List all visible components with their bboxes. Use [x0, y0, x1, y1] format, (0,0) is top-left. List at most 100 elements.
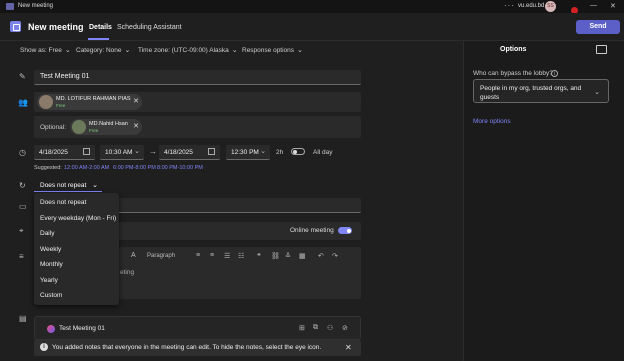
suggested-time-2[interactable]: 6:00 PM-8:00 PM: [113, 165, 156, 171]
more-icon[interactable]: ···: [504, 1, 515, 10]
send-button[interactable]: Send: [576, 20, 620, 34]
layout-icon[interactable]: ⊞: [299, 324, 305, 332]
repeat-option[interactable]: Custom: [40, 292, 62, 299]
font-size-icon[interactable]: A: [131, 252, 136, 259]
align-center-icon[interactable]: ≡: [210, 252, 214, 259]
notes-info-banner: i You added notes that everyone in the m…: [34, 340, 361, 356]
notes-title: Test Meeting 01: [59, 325, 105, 332]
undo-icon[interactable]: ↶: [318, 252, 324, 260]
repeat-option[interactable]: Yearly: [40, 277, 58, 284]
redo-icon[interactable]: ↷: [332, 252, 338, 260]
chevron-down-icon: ⌄: [92, 182, 98, 189]
category-dropdown[interactable]: Category: None: [76, 46, 130, 54]
add-people-icon: 👥: [18, 98, 28, 107]
avatar: [72, 120, 86, 134]
repeat-option[interactable]: Daily: [40, 230, 54, 237]
numbered-list-icon[interactable]: ☷: [238, 252, 244, 260]
all-day-toggle[interactable]: [291, 148, 305, 155]
quote-icon[interactable]: ❝: [257, 252, 261, 260]
arrow-right-icon: →: [149, 147, 157, 156]
chevron-down-icon: ⌄: [260, 148, 266, 155]
more-options-link[interactable]: More options: [473, 118, 511, 125]
align-left-icon[interactable]: ≡: [196, 252, 200, 259]
close-button[interactable]: ✕: [610, 2, 616, 10]
attendee-status: Free: [56, 103, 66, 108]
pencil-icon: ✎: [19, 72, 26, 81]
attendee-name: MD. LOTIFUR RAHMAN PIAS: [56, 96, 131, 102]
suggested-time-1[interactable]: 12:00 AM-2:00 AM: [64, 165, 109, 171]
calendar-app-icon: [10, 21, 21, 32]
table-icon[interactable]: ▦: [299, 252, 306, 260]
info-icon[interactable]: i: [551, 70, 558, 77]
strikethrough-icon[interactable]: ≚: [285, 252, 291, 260]
window-title: New meeting: [18, 3, 54, 9]
clock-icon: ◷: [19, 148, 26, 157]
page-title: New meeting: [28, 22, 84, 32]
collapse-panel-icon[interactable]: [596, 45, 607, 54]
meeting-header: New meeting Details Scheduling Assistant: [0, 13, 624, 41]
eye-off-icon[interactable]: ⊘: [342, 324, 348, 332]
meeting-notes-card[interactable]: Test Meeting 01 ⊞ ⧉ ⚇ ⊘: [34, 316, 361, 340]
repeat-option[interactable]: Every weekday (Mon - Fri): [40, 215, 116, 222]
meeting-title-input[interactable]: Test Meeting 01: [34, 70, 361, 85]
start-date-picker[interactable]: 4/18/2025: [34, 145, 95, 160]
minimize-button[interactable]: —: [590, 2, 597, 9]
online-meeting-label: Online meeting: [290, 227, 334, 234]
all-day-label: All day: [313, 149, 333, 156]
lobby-select[interactable]: People in my org, trusted orgs, and gues…: [473, 79, 609, 103]
options-title: Options: [500, 46, 527, 53]
tab-scheduling-assistant[interactable]: Scheduling Assistant: [117, 24, 182, 31]
lobby-label: Who can bypass the lobby?: [473, 70, 553, 77]
repeat-option[interactable]: Does not repeat: [40, 199, 86, 206]
link-icon[interactable]: ⛓: [271, 252, 280, 260]
end-date-picker[interactable]: 4/18/2025: [159, 145, 220, 160]
copy-icon[interactable]: ⧉: [313, 324, 318, 332]
repeat-icon: ↻: [19, 181, 26, 190]
repeat-value: Does not repeat: [40, 182, 87, 189]
duration-label: 2h: [276, 149, 284, 156]
remove-attendee-icon[interactable]: ✕: [133, 122, 139, 130]
channel-icon: ▭: [19, 202, 27, 211]
end-time-value: 12:30 PM: [231, 149, 259, 156]
info-icon: i: [40, 343, 48, 351]
attendee-name: MD.Nahid Hsan: [89, 121, 128, 127]
notes-icon: ▤: [19, 314, 27, 323]
paragraph-dropdown[interactable]: Paragraph: [147, 253, 175, 259]
details-icon: ≡: [19, 252, 24, 261]
location-icon: ⌖: [19, 226, 24, 235]
banner-text: You added notes that everyone in the mee…: [52, 344, 322, 351]
lobby-value: People in my org, trusted orgs, and gues…: [480, 85, 582, 101]
bullet-list-icon[interactable]: ☰: [224, 252, 230, 260]
repeat-dropdown[interactable]: Does not repeat ⌄: [34, 179, 102, 192]
optional-label: Optional:: [40, 124, 67, 131]
tab-details[interactable]: Details: [89, 24, 112, 31]
attendee-chip[interactable]: MD.Nahid Hsan Free ✕: [70, 119, 142, 135]
timezone-dropdown[interactable]: Time zone: (UTC-09:00) Alaska: [138, 46, 238, 54]
repeat-option[interactable]: Monthly: [40, 261, 63, 268]
online-meeting-toggle[interactable]: [338, 227, 352, 234]
start-date-value: 4/18/2025: [39, 149, 68, 156]
suggested-time-3[interactable]: 8:00 PM-10:00 PM: [157, 165, 203, 171]
repeat-option[interactable]: Weekly: [40, 246, 61, 253]
repeat-options-menu: Does not repeat Every weekday (Mon - Fri…: [34, 193, 119, 305]
start-time-picker[interactable]: 10:30 AM ⌄: [100, 145, 144, 160]
remove-attendee-icon[interactable]: ✕: [133, 97, 139, 105]
share-icon[interactable]: ⚇: [327, 324, 333, 332]
chevron-down-icon: ⌄: [134, 148, 140, 155]
calendar-icon: [83, 148, 90, 155]
start-time-value: 10:30 AM: [105, 149, 133, 156]
loop-icon: [47, 325, 55, 333]
org-name: vu.edu.bd: [518, 3, 545, 9]
attendee-chip[interactable]: MD. LOTIFUR RAHMAN PIAS Free ✕: [37, 94, 142, 110]
calendar-icon: [208, 148, 215, 155]
active-tab-indicator: [88, 38, 109, 40]
required-attendees-field[interactable]: MD. LOTIFUR RAHMAN PIAS Free ✕: [34, 92, 361, 112]
optional-attendees-field[interactable]: Optional: MD.Nahid Hsan Free ✕: [34, 116, 361, 138]
dismiss-icon[interactable]: ✕: [345, 343, 352, 352]
end-time-picker[interactable]: 12:30 PM ⌄: [226, 145, 270, 160]
meeting-title-value: Test Meeting 01: [40, 73, 90, 80]
show-as-dropdown[interactable]: Show as: Free: [20, 46, 71, 54]
avatar[interactable]: SS: [545, 1, 556, 12]
avatar: [39, 95, 53, 109]
response-options-dropdown[interactable]: Response options: [242, 46, 303, 54]
